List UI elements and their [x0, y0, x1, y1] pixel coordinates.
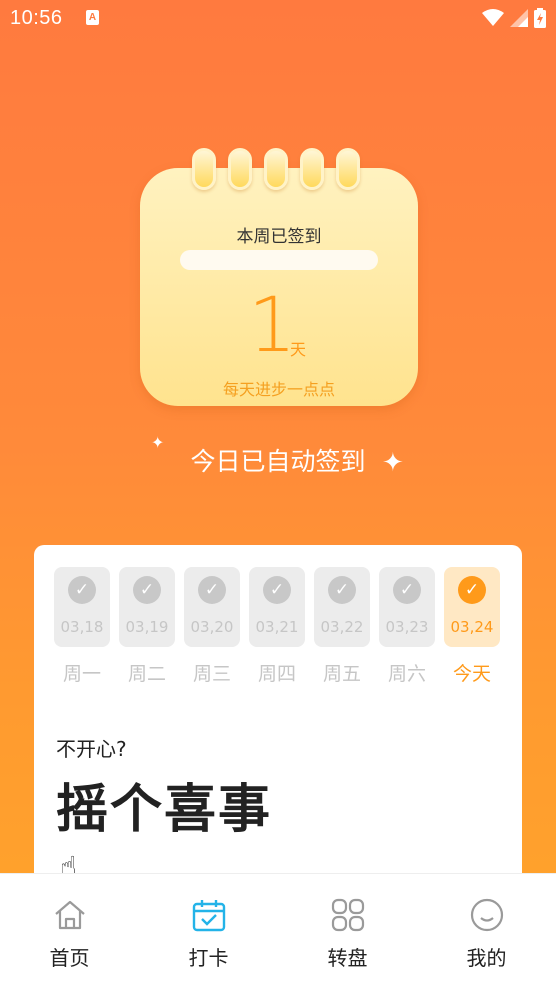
day-box: ✓ 03,24: [444, 567, 500, 647]
day-saturday[interactable]: ✓ 03,23 周六: [379, 567, 435, 686]
calendar-ring: [192, 148, 216, 190]
day-today[interactable]: ✓ 03,24 今天: [444, 567, 500, 686]
tab-label: 我的: [466, 946, 507, 970]
day-tuesday[interactable]: ✓ 03,19 周二: [119, 567, 175, 686]
battery-icon: [534, 8, 546, 28]
sparkle-icon: ✦: [382, 448, 404, 478]
tab-label: 打卡: [188, 946, 229, 970]
day-friday[interactable]: ✓ 03,22 周五: [314, 567, 370, 686]
day-label: 周一: [62, 663, 101, 685]
calendar-progress-bar: [180, 250, 378, 270]
smile-icon: [470, 898, 503, 932]
calendar-check-icon: [192, 900, 225, 932]
check-icon: ✓: [198, 576, 226, 604]
status-time: 10:56: [10, 7, 63, 29]
tab-home[interactable]: 首页: [0, 874, 139, 988]
check-icon: ✓: [328, 576, 356, 604]
day-box: ✓ 03,23: [379, 567, 435, 647]
tab-wheel[interactable]: 转盘: [278, 874, 417, 988]
day-label: 周五: [322, 663, 361, 685]
check-icon: ✓: [133, 576, 161, 604]
week-row: ✓ 03,18 周一 ✓ 03,19 周二 ✓ 03,20 周三 ✓ 03,21: [54, 567, 500, 686]
calendar-card: 本周已签到 1 天 每天进步一点点: [140, 168, 418, 406]
day-box: ✓ 03,22: [314, 567, 370, 647]
signin-days-unit: 天: [290, 340, 307, 359]
day-date: 03,21: [255, 618, 299, 636]
weekly-signin-calendar: 本周已签到 1 天 每天进步一点点: [140, 148, 418, 408]
bottom-tab-bar: 首页 打卡 转盘 我的: [0, 873, 556, 988]
status-bar: 10:56 A: [0, 0, 556, 36]
day-date: 03,22: [320, 618, 364, 636]
day-box: ✓ 03,21: [249, 567, 305, 647]
status-indicators: [482, 8, 546, 28]
wifi-icon: [482, 9, 504, 26]
tab-checkin[interactable]: 打卡: [139, 874, 278, 988]
check-icon: ✓: [263, 576, 291, 604]
shake-subtitle: 不开心?: [56, 737, 127, 761]
day-box: ✓ 03,19: [119, 567, 175, 647]
tab-mine[interactable]: 我的: [417, 874, 556, 988]
cell-signal-icon: [510, 9, 528, 27]
signin-card: ✓ 03,18 周一 ✓ 03,19 周二 ✓ 03,20 周三 ✓ 03,21: [34, 545, 522, 885]
tab-label: 首页: [49, 946, 90, 970]
day-label: 周六: [387, 663, 426, 685]
home-icon: [54, 900, 85, 930]
day-date: 03,24: [450, 618, 494, 636]
day-box: ✓ 03,20: [184, 567, 240, 647]
calendar-ring: [228, 148, 252, 190]
day-date: 03,19: [125, 618, 169, 636]
grid-icon: [331, 898, 364, 932]
calendar-title: 本周已签到: [236, 227, 322, 247]
day-monday[interactable]: ✓ 03,18 周一: [54, 567, 110, 686]
day-thursday[interactable]: ✓ 03,21 周四: [249, 567, 305, 686]
day-label: 周三: [192, 663, 231, 685]
day-box: ✓ 03,18: [54, 567, 110, 647]
check-icon: ✓: [68, 576, 96, 604]
calendar-ring: [336, 148, 360, 190]
app-notification-icon: A: [86, 10, 99, 25]
tab-label: 转盘: [327, 946, 368, 970]
day-label: 周二: [127, 663, 166, 685]
day-date: 03,18: [60, 618, 104, 636]
shake-title[interactable]: 摇个喜事: [56, 767, 272, 842]
day-date: 03,23: [385, 618, 429, 636]
check-icon: ✓: [458, 576, 486, 604]
auto-signin-status: 今日已自动签到: [190, 447, 366, 476]
calendar-rings: [192, 148, 360, 190]
calendar-ring: [300, 148, 324, 190]
day-label: 今天: [452, 663, 491, 685]
day-date: 03,20: [190, 618, 234, 636]
day-wednesday[interactable]: ✓ 03,20 周三: [184, 567, 240, 686]
calendar-ring: [264, 148, 288, 190]
calendar-motto: 每天进步一点点: [222, 380, 335, 399]
day-label: 周四: [257, 663, 296, 685]
check-icon: ✓: [393, 576, 421, 604]
